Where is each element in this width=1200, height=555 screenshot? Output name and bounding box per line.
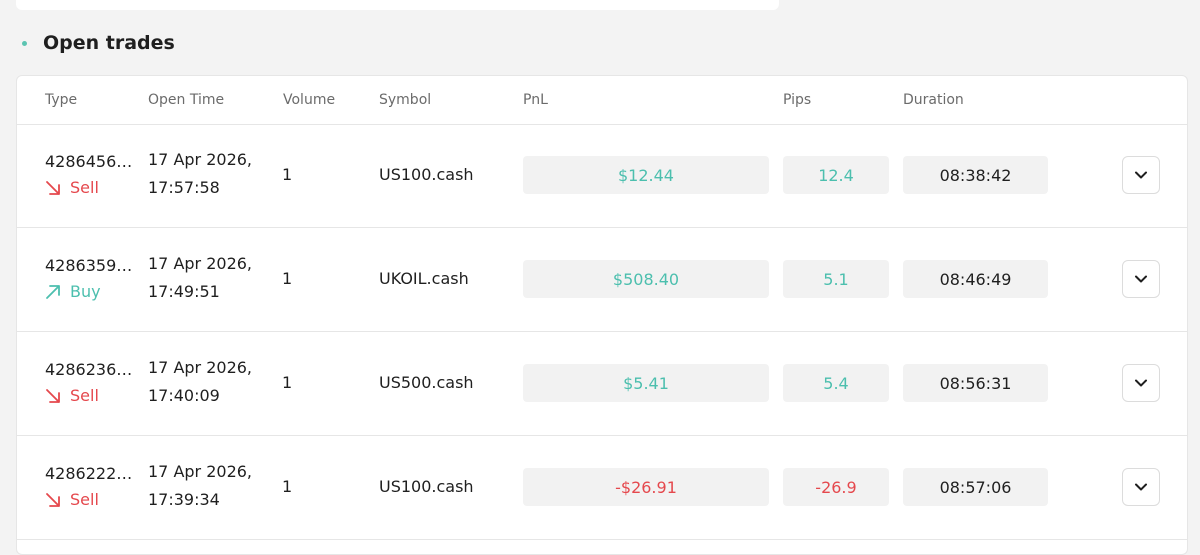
open-trades-header: Open trades <box>22 29 175 57</box>
table-header: Type Open Time Volume Symbol PnL Pips Du… <box>17 76 1187 125</box>
open-clock: 17:57:58 <box>148 178 220 197</box>
direction-label: Buy <box>70 282 101 301</box>
trade-symbol: US100.cash <box>379 477 474 496</box>
open-date: 17 Apr 2026, <box>148 462 253 481</box>
trade-id: 4286359… <box>45 256 133 275</box>
column-header-open-time: Open Time <box>148 92 225 108</box>
previous-section-card <box>16 0 779 10</box>
trade-symbol: US500.cash <box>379 373 474 392</box>
pnl-badge: -$26.91 <box>523 468 769 506</box>
table-row: 4286456… Sell 17 Apr 2026, 17:57:58 1 US… <box>17 124 1187 228</box>
direction-label: Sell <box>70 386 99 405</box>
column-header-pips: Pips <box>783 92 812 108</box>
arrow-down-right-icon <box>46 492 60 507</box>
trade-direction: Buy <box>45 282 101 301</box>
pips-badge: -26.9 <box>783 468 889 506</box>
chevron-down-icon <box>1135 275 1147 283</box>
trade-volume: 1 <box>282 373 293 392</box>
trade-direction: Sell <box>45 386 99 405</box>
open-date: 17 Apr 2026, <box>148 254 253 273</box>
pips-badge: 5.1 <box>783 260 889 298</box>
trade-symbol: UKOIL.cash <box>379 269 469 288</box>
chevron-down-icon <box>1135 379 1147 387</box>
trade-volume: 1 <box>282 477 293 496</box>
trade-id: 4286456… <box>45 152 133 171</box>
expand-row-button[interactable] <box>1122 156 1160 194</box>
pnl-badge: $5.41 <box>523 364 769 402</box>
table-row: 428622214 Sell 17 Apr 2026, 17:39:34 1 U… <box>17 436 1187 540</box>
expand-row-button[interactable] <box>1122 260 1160 298</box>
table-row: 4286236… Sell 17 Apr 2026, 17:40:09 1 US… <box>17 332 1187 436</box>
duration-badge: 08:56:31 <box>903 364 1048 402</box>
open-clock: 17:40:09 <box>148 386 220 405</box>
direction-label: Sell <box>70 178 99 197</box>
expand-row-button[interactable] <box>1122 468 1160 506</box>
duration-badge: 08:57:06 <box>903 468 1048 506</box>
direction-label: Sell <box>70 490 99 509</box>
column-header-type: Type <box>45 92 78 108</box>
section-title: Open trades <box>43 32 175 54</box>
arrow-down-right-icon <box>46 180 60 195</box>
chevron-down-icon <box>1135 171 1147 179</box>
column-header-duration: Duration <box>903 92 964 108</box>
open-time: 17 Apr 2026, 17:39:34 <box>148 458 252 514</box>
trade-symbol: US100.cash <box>379 165 474 184</box>
open-date: 17 Apr 2026, <box>148 150 253 169</box>
arrow-down-right-icon <box>46 388 60 403</box>
trade-id: 4286236… <box>45 360 133 379</box>
open-date: 17 Apr 2026, <box>148 358 253 377</box>
column-header-volume: Volume <box>283 92 336 108</box>
trade-volume: 1 <box>282 165 293 184</box>
table-row: 4286359… Buy 17 Apr 2026, 17:49:51 1 UKO… <box>17 228 1187 332</box>
column-header-symbol: Symbol <box>379 92 432 108</box>
duration-badge: 08:46:49 <box>903 260 1048 298</box>
bullet-dot-icon <box>22 40 27 46</box>
trade-direction: Sell <box>45 178 99 197</box>
trade-id: 428622214 <box>45 464 133 483</box>
pnl-badge: $12.44 <box>523 156 769 194</box>
trade-volume: 1 <box>282 269 293 288</box>
column-header-pnl: PnL <box>523 92 548 108</box>
arrow-up-right-icon <box>46 284 60 299</box>
open-time: 17 Apr 2026, 17:40:09 <box>148 354 252 410</box>
open-trades-table: Type Open Time Volume Symbol PnL Pips Du… <box>16 75 1188 555</box>
open-clock: 17:49:51 <box>148 282 220 301</box>
pips-badge: 12.4 <box>783 156 889 194</box>
chevron-down-icon <box>1135 483 1147 491</box>
open-time: 17 Apr 2026, 17:57:58 <box>148 146 252 202</box>
open-time: 17 Apr 2026, 17:49:51 <box>148 250 252 306</box>
pnl-badge: $508.40 <box>523 260 769 298</box>
duration-badge: 08:38:42 <box>903 156 1048 194</box>
open-clock: 17:39:34 <box>148 490 220 509</box>
pips-badge: 5.4 <box>783 364 889 402</box>
trade-direction: Sell <box>45 490 99 509</box>
expand-row-button[interactable] <box>1122 364 1160 402</box>
